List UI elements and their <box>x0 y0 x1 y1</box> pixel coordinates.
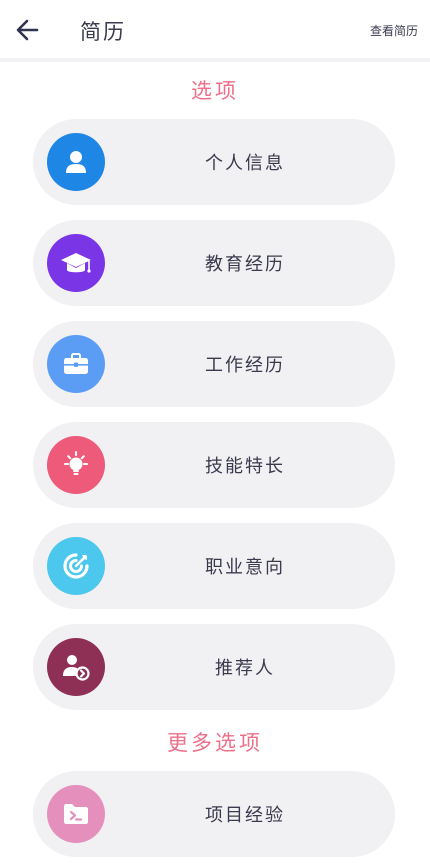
option-project-experience[interactable]: 项目经验 <box>33 771 395 857</box>
option-label: 推荐人 <box>215 658 275 679</box>
arrow-left-icon <box>16 19 39 41</box>
folder-code-icon <box>47 785 105 843</box>
person-icon <box>47 133 105 191</box>
option-label: 项目经验 <box>205 805 285 826</box>
options-heading: 选项 <box>191 79 239 103</box>
more-options-heading: 更多选项 <box>167 731 263 755</box>
top-bar: 简历 查看简历 <box>0 0 430 62</box>
option-skills[interactable]: 技能特长 <box>33 422 395 508</box>
page-title: 简历 <box>80 20 126 44</box>
option-label: 工作经历 <box>205 355 285 376</box>
graduation-cap-icon <box>47 234 105 292</box>
option-work-experience[interactable]: 工作经历 <box>33 321 395 407</box>
briefcase-icon <box>47 335 105 393</box>
option-label: 技能特长 <box>205 456 285 477</box>
option-label: 个人信息 <box>205 153 285 174</box>
user-referral-icon <box>47 638 105 696</box>
option-label: 职业意向 <box>205 557 285 578</box>
view-resume-link[interactable]: 查看简历 <box>370 22 418 39</box>
option-label: 教育经历 <box>205 254 285 275</box>
option-personal-info[interactable]: 个人信息 <box>33 119 395 205</box>
lightbulb-icon <box>47 436 105 494</box>
option-career-intention[interactable]: 职业意向 <box>33 523 395 609</box>
target-icon <box>47 537 105 595</box>
option-education[interactable]: 教育经历 <box>33 220 395 306</box>
option-referee[interactable]: 推荐人 <box>33 624 395 710</box>
back-button[interactable] <box>14 16 42 44</box>
